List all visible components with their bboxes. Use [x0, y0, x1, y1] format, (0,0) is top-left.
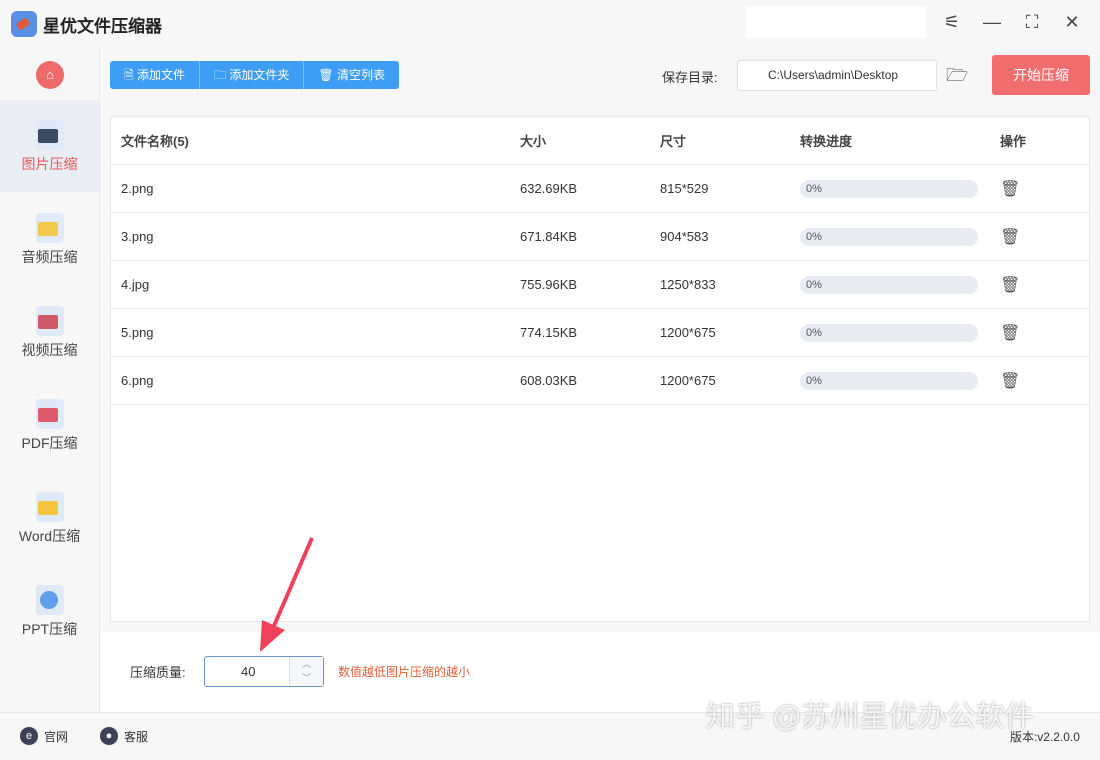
website-link[interactable]: e 官网	[20, 727, 68, 745]
sidebar-item-label: 视频压缩	[21, 342, 78, 358]
add-file-button[interactable]: 🗎 添加文件	[110, 61, 200, 89]
table-row[interactable]: 3.png 671.84KB 904*583 0% 🗑	[111, 213, 1089, 261]
sidebar-item-word[interactable]: Word压缩	[0, 472, 99, 564]
file-name: 5.png	[121, 325, 154, 340]
file-dimensions: 904*583	[660, 229, 709, 244]
sidebar: ⌂ 图片压缩 音频压缩 视频压缩 PDF压缩 Word压缩 PPT压缩	[0, 48, 100, 712]
table-row[interactable]: 6.png 608.03KB 1200*675 0% 🗑	[111, 357, 1089, 405]
sidebar-item-label: 音频压缩	[21, 249, 78, 265]
add-folder-button[interactable]: 🗀 添加文件夹	[200, 61, 305, 89]
delete-icon[interactable]: 🗑	[1000, 277, 1020, 294]
table-header: 文件名称(5) 大小 尺寸 转换进度 操作	[111, 117, 1089, 165]
app-title: 星优文件压缩器	[43, 16, 162, 36]
header-filename: 文件名称(5)	[121, 134, 189, 149]
progress-bar: 0%	[800, 179, 978, 198]
progress-bar: 0%	[800, 227, 978, 246]
add-file-label: 添加文件	[136, 68, 185, 82]
sidebar-item-pdf[interactable]: PDF压缩	[0, 379, 99, 471]
support-label: 客服	[124, 729, 149, 744]
add-folder-label: 添加文件夹	[229, 68, 290, 82]
ie-icon: e	[20, 727, 38, 745]
word-icon	[35, 492, 64, 522]
save-path-input[interactable]: C:\Users\admin\Desktop	[737, 60, 937, 91]
file-name: 4.jpg	[121, 277, 150, 292]
file-dimensions: 1200*675	[660, 325, 716, 340]
stepper-down-icon[interactable]: ﹀	[290, 671, 323, 685]
file-size: 755.96KB	[520, 277, 578, 292]
file-toolbar: 🗎 添加文件 🗀 添加文件夹 🗑 清空列表	[110, 61, 399, 89]
file-dimensions: 1250*833	[660, 277, 716, 292]
close-icon[interactable]: ✕	[1060, 12, 1084, 33]
quality-value[interactable]: 40	[241, 664, 255, 679]
file-size: 774.15KB	[520, 325, 578, 340]
image-icon	[35, 120, 64, 150]
delete-icon[interactable]: 🗑	[1000, 181, 1020, 198]
header-dimensions: 尺寸	[660, 134, 687, 149]
sidebar-item-image[interactable]: 图片压缩	[0, 100, 99, 192]
file-name: 6.png	[121, 373, 154, 388]
chat-icon: ●	[100, 727, 118, 745]
save-dir-label: 保存目录:	[662, 70, 718, 85]
folder-open-icon[interactable]: 🗁	[946, 63, 968, 93]
delete-icon[interactable]: 🗑	[1000, 325, 1020, 342]
title-blank-area	[746, 6, 926, 38]
table-row[interactable]: 5.png 774.15KB 1200*675 0% 🗑	[111, 309, 1089, 357]
website-label: 官网	[44, 729, 69, 744]
quality-label: 压缩质量:	[130, 665, 186, 680]
start-compress-button[interactable]: 开始压缩	[992, 55, 1090, 95]
clear-list-label: 清空列表	[336, 68, 385, 82]
title-bar: 星优文件压缩器	[0, 0, 1100, 48]
video-icon	[35, 306, 64, 336]
file-name: 3.png	[121, 229, 154, 244]
progress-bar: 0%	[800, 323, 978, 342]
ppt-icon	[35, 585, 64, 615]
file-dimensions: 815*529	[660, 181, 709, 196]
sidebar-item-label: 图片压缩	[21, 156, 78, 172]
delete-icon[interactable]: 🗑	[1000, 373, 1020, 390]
quality-stepper[interactable]: 40 ︿ ﹀	[204, 656, 324, 687]
quality-hint: 数值越低图片压缩的越小	[338, 665, 471, 679]
stepper-up-icon[interactable]: ︿	[290, 657, 323, 671]
sidebar-item-audio[interactable]: 音频压缩	[0, 193, 99, 285]
sidebar-item-video[interactable]: 视频压缩	[0, 286, 99, 378]
file-dimensions: 1200*675	[660, 373, 716, 388]
header-progress: 转换进度	[800, 134, 853, 149]
progress-bar: 0%	[800, 275, 978, 294]
home-icon[interactable]: ⌂	[36, 61, 64, 89]
sidebar-item-label: PDF压缩	[21, 435, 78, 451]
file-table: 文件名称(5) 大小 尺寸 转换进度 操作 2.png 632.69KB 815…	[110, 116, 1090, 622]
file-name: 2.png	[121, 181, 154, 196]
support-link[interactable]: ● 客服	[100, 727, 148, 745]
audio-icon	[35, 213, 64, 243]
file-size: 671.84KB	[520, 229, 578, 244]
progress-bar: 0%	[800, 371, 978, 390]
sidebar-item-label: Word压缩	[18, 528, 81, 544]
file-size: 632.69KB	[520, 181, 578, 196]
pdf-icon	[35, 399, 64, 429]
settings-icon[interactable]: ⚟	[940, 12, 964, 33]
sidebar-item-label: PPT压缩	[21, 621, 78, 637]
table-row[interactable]: 2.png 632.69KB 815*529 0% 🗑	[111, 165, 1089, 213]
watermark: 知乎 @苏州星优办公软件	[706, 701, 1034, 733]
minimize-icon[interactable]: —	[980, 12, 1004, 33]
app-logo-icon	[11, 11, 37, 37]
header-size: 大小	[520, 134, 547, 149]
delete-icon[interactable]: 🗑	[1000, 229, 1020, 246]
file-size: 608.03KB	[520, 373, 578, 388]
maximize-icon[interactable]: ⛶	[1020, 12, 1044, 33]
table-row[interactable]: 4.jpg 755.96KB 1250*833 0% 🗑	[111, 261, 1089, 309]
clear-list-button[interactable]: 🗑 清空列表	[304, 61, 399, 89]
header-actions: 操作	[1000, 134, 1027, 149]
sidebar-item-ppt[interactable]: PPT压缩	[0, 565, 99, 657]
